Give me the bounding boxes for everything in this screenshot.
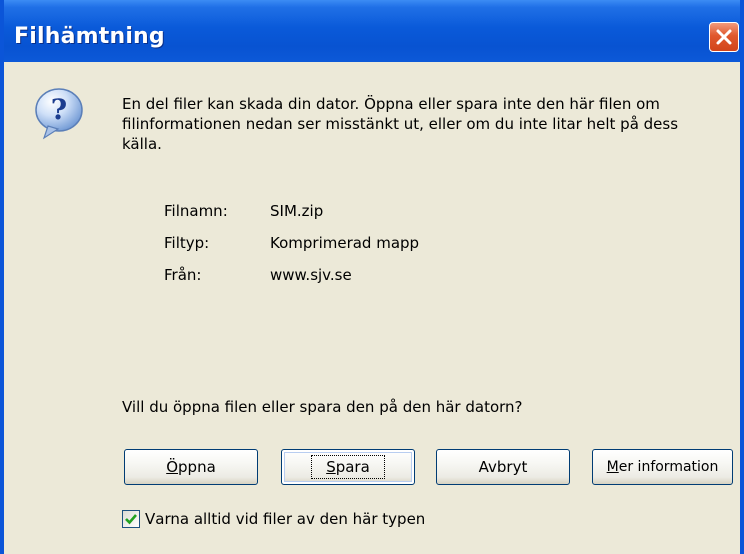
- window-title: Filhämtning: [14, 24, 165, 49]
- more-info-mnemonic: M: [606, 459, 619, 475]
- open-button-label: ppna: [178, 458, 216, 476]
- download-question: Vill du öppna filen eller spara den på d…: [122, 398, 523, 416]
- file-source-label: Från:: [164, 266, 202, 284]
- file-name-value: SIM.zip: [270, 202, 324, 220]
- question-icon: ?: [35, 88, 83, 140]
- checkmark-icon: [125, 514, 137, 525]
- more-info-label: er information: [618, 459, 719, 475]
- svg-text:?: ?: [51, 93, 67, 126]
- always-warn-checkbox[interactable]: [122, 510, 140, 528]
- save-button-label: para: [335, 458, 370, 476]
- close-button[interactable]: [709, 22, 739, 52]
- save-button[interactable]: Spara: [281, 449, 415, 485]
- open-button[interactable]: Öppna: [124, 449, 258, 485]
- always-warn-mnemonic: V: [145, 510, 156, 528]
- always-warn-option[interactable]: Varna alltid vid filer av den här typen: [122, 510, 425, 528]
- dialog-body: ? En del filer kan skada din dator. Öppn…: [4, 62, 740, 554]
- open-button-mnemonic: Ö: [166, 458, 179, 476]
- cancel-button[interactable]: Avbryt: [436, 449, 570, 485]
- save-button-focus: Spara: [311, 455, 385, 479]
- save-button-mnemonic: S: [326, 458, 336, 476]
- file-type-label: Filtyp:: [164, 234, 210, 252]
- more-info-button[interactable]: Mer information: [592, 449, 733, 485]
- always-warn-label: arna alltid vid filer av den här typen: [155, 510, 426, 528]
- title-bar[interactable]: Filhämtning: [4, 0, 740, 62]
- warning-message: En del filer kan skada din dator. Öppna …: [122, 95, 679, 153]
- file-download-dialog: Filhämtning ? En del filer kan skada din…: [0, 0, 744, 554]
- file-name-label: Filnamn:: [164, 202, 228, 220]
- file-source-value: www.sjv.se: [270, 266, 352, 284]
- close-icon: [716, 29, 732, 45]
- file-type-value: Komprimerad mapp: [270, 234, 420, 252]
